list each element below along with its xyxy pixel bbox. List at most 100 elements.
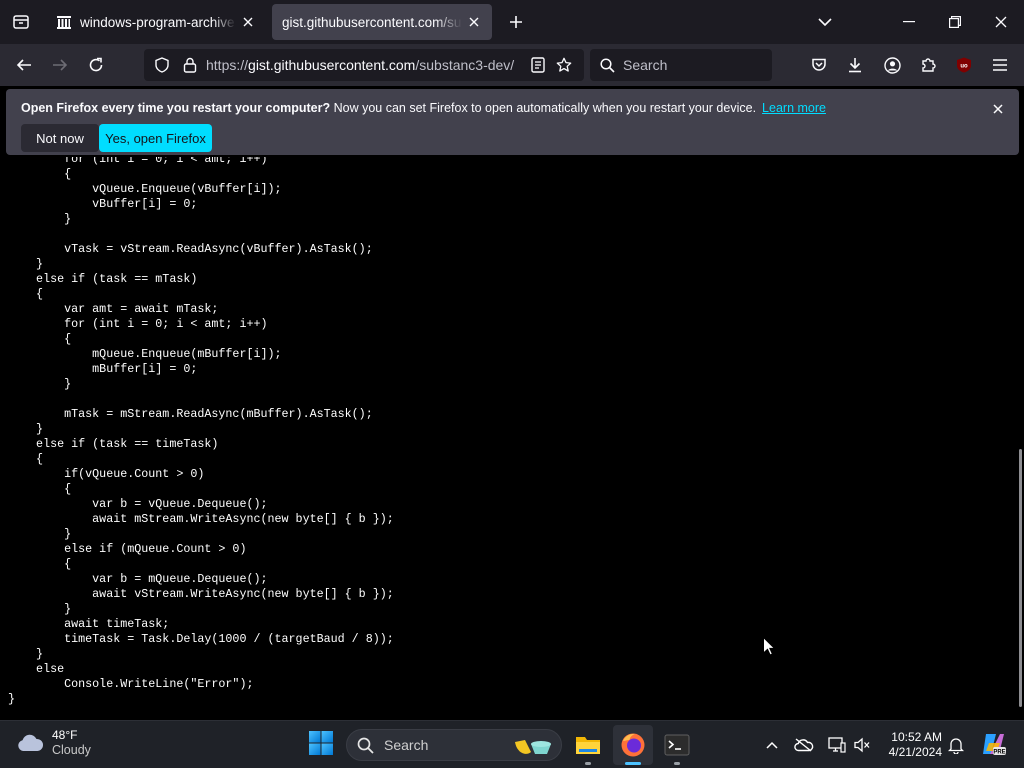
menu-button[interactable]	[984, 49, 1016, 81]
url-host: gist.githubusercontent.com	[248, 57, 416, 73]
volume-tray[interactable]	[850, 733, 874, 757]
restore-button[interactable]	[932, 0, 978, 44]
minimize-icon	[903, 21, 915, 23]
vertical-scrollbar[interactable]	[1016, 157, 1024, 720]
back-button[interactable]	[8, 49, 40, 81]
network-tray[interactable]	[825, 733, 849, 757]
yes-open-firefox-button[interactable]: Yes, open Firefox	[99, 124, 212, 152]
address-bar[interactable]: https://gist.githubusercontent.com/subst…	[144, 49, 584, 81]
forward-button[interactable]	[44, 49, 76, 81]
code-line: vQueue.Enqueue(vBuffer[i]);	[8, 182, 282, 196]
tracking-protection-shield-icon[interactable]	[150, 53, 174, 77]
code-line: Console.WriteLine("Error");	[8, 677, 254, 691]
code-line: await timeTask;	[8, 617, 170, 631]
code-line: }	[8, 422, 44, 436]
close-tab-icon[interactable]	[466, 14, 482, 30]
bookmark-star-icon[interactable]	[552, 53, 576, 77]
cloud-icon	[18, 734, 44, 751]
chevron-down-icon	[818, 18, 832, 27]
search-input[interactable]: Search	[590, 49, 772, 81]
onedrive-tray[interactable]	[792, 733, 816, 757]
learn-more-link[interactable]: Learn more	[762, 101, 826, 115]
url-text: https://gist.githubusercontent.com/subst…	[206, 57, 518, 73]
clock-time: 10:52 AM	[891, 730, 942, 744]
extensions-button[interactable]	[912, 49, 944, 81]
hamburger-menu-icon	[993, 59, 1007, 71]
close-notification-icon[interactable]	[989, 100, 1007, 118]
search-icon	[600, 57, 615, 73]
clock-date: 4/21/2024	[888, 745, 942, 759]
code-line: var amt = await mTask;	[8, 302, 219, 316]
back-arrow-icon	[16, 59, 31, 71]
code-line: }	[8, 692, 16, 706]
code-line: mBuffer[i] = 0;	[8, 362, 198, 376]
network-icon	[828, 737, 846, 753]
notification-bold-text: Open Firefox every time you restart your…	[21, 101, 331, 115]
copilot-button[interactable]: PRE	[980, 731, 1006, 757]
forward-arrow-icon	[53, 59, 68, 71]
plus-icon	[510, 16, 522, 28]
svg-text:PRE: PRE	[993, 750, 1005, 756]
code-line: for (int i = 0; i < amt; i++)	[8, 157, 268, 166]
search-highlight-icon	[515, 740, 551, 754]
windows-start-icon[interactable]	[308, 730, 334, 756]
archive-icon	[56, 14, 72, 30]
code-line: mTask = mStream.ReadAsync(mBuffer).AsTas…	[8, 407, 373, 421]
new-tab-button[interactable]	[502, 8, 530, 36]
code-line: var b = vQueue.Dequeue();	[8, 497, 268, 511]
account-icon	[883, 56, 901, 74]
search-icon	[357, 737, 374, 754]
running-indicator	[674, 762, 680, 765]
taskbar-search-placeholder: Search	[384, 737, 429, 753]
taskbar-file-explorer[interactable]	[568, 725, 608, 765]
ublock-origin-button[interactable]: uo	[948, 49, 980, 81]
close-window-button[interactable]	[978, 0, 1024, 44]
weather-text: 48°F Cloudy	[52, 728, 91, 758]
running-indicator	[585, 762, 591, 765]
system-clock[interactable]: 10:52 AM 4/21/2024	[880, 730, 942, 760]
minimize-button[interactable]	[886, 0, 932, 44]
code-line: }	[8, 527, 72, 541]
scrollbar-thumb[interactable]	[1019, 449, 1022, 707]
reload-button[interactable]	[80, 49, 112, 81]
close-icon	[995, 16, 1007, 28]
ublock-origin-icon: uo	[957, 57, 971, 73]
tab-strip: windows-program-archive dire gist.github…	[0, 0, 1024, 44]
taskbar: 48°F Cloudy Search 10:52 AM 4/21/2024 PR…	[0, 720, 1024, 768]
tab-overflow-button[interactable]	[802, 0, 848, 44]
list-all-tabs-button[interactable]	[0, 0, 42, 44]
downloads-button[interactable]	[839, 49, 871, 81]
code-line: await vStream.WriteAsync(new byte[] { b …	[8, 587, 394, 601]
page-content: for (int i = 0; i < amt; i++) { vQueue.E…	[0, 157, 1024, 720]
lock-icon[interactable]	[178, 53, 202, 77]
code-line: }	[8, 377, 72, 391]
code-line: timeTask = Task.Delay(1000 / (targetBaud…	[8, 632, 394, 646]
taskbar-firefox[interactable]	[613, 725, 653, 765]
tab-title: windows-program-archive dire	[80, 14, 236, 30]
weather-condition: Cloudy	[52, 743, 91, 757]
code-line: {	[8, 557, 72, 571]
close-tab-icon[interactable]	[240, 14, 256, 30]
code-line: }	[8, 602, 72, 616]
pocket-icon	[812, 58, 826, 71]
code-line: vTask = vStream.ReadAsync(vBuffer).AsTas…	[8, 242, 373, 256]
tab-gist-github[interactable]: gist.githubusercontent.com/substa	[272, 4, 492, 40]
onedrive-offline-icon	[794, 738, 814, 752]
folder-icon	[576, 737, 600, 754]
taskbar-terminal[interactable]	[657, 725, 697, 765]
taskbar-search-input[interactable]: Search	[346, 729, 562, 761]
code-line: {	[8, 287, 44, 301]
download-icon	[849, 58, 861, 73]
tab-windows-program-archive[interactable]: windows-program-archive dire	[46, 4, 266, 40]
not-now-button[interactable]: Not now	[21, 124, 99, 152]
reader-view-icon[interactable]	[526, 53, 550, 77]
show-hidden-icons-button[interactable]	[760, 733, 784, 757]
code-line: else if (task == timeTask)	[8, 437, 219, 451]
code-line: {	[8, 482, 72, 496]
notification-message: Open Firefox every time you restart your…	[21, 101, 826, 115]
pocket-button[interactable]	[803, 49, 835, 81]
notifications-button[interactable]	[944, 733, 968, 757]
default-browser-notification: Open Firefox every time you restart your…	[6, 89, 1019, 155]
weather-widget[interactable]: 48°F Cloudy	[16, 728, 91, 758]
account-button[interactable]	[876, 49, 908, 81]
